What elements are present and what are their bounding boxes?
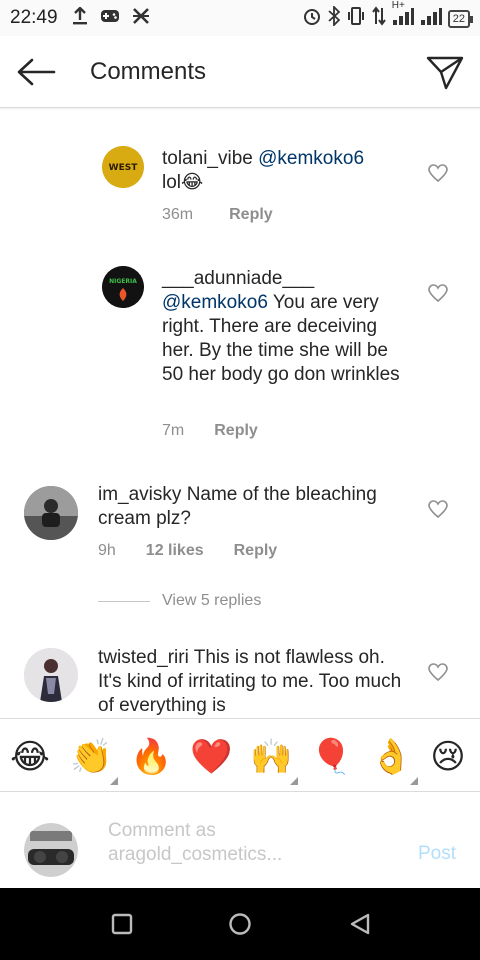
emoji-clap[interactable]: 👏: [70, 737, 112, 777]
comment-time: 36m: [162, 206, 194, 223]
emoji-variant-indicator: [110, 777, 118, 785]
svg-text:WEST: WEST: [109, 163, 139, 173]
bluetooth-icon: [328, 4, 341, 31]
emoji-heart[interactable]: ❤️: [190, 737, 232, 777]
comment-username[interactable]: im_avisky: [98, 484, 181, 505]
status-right: H+ 22: [302, 0, 474, 31]
battery-icon: 22: [447, 9, 474, 28]
reply-button[interactable]: Reply: [234, 542, 278, 560]
data-transfer-icon: [371, 6, 386, 31]
comment-text: im_avisky Name of the bleaching cream pl…: [98, 483, 408, 531]
heart-icon[interactable]: [428, 663, 448, 682]
comment-time: 9h: [98, 542, 116, 559]
comment-username[interactable]: tolani_vibe: [162, 148, 253, 169]
comment-username[interactable]: twisted_riri: [98, 647, 189, 668]
heart-icon[interactable]: [428, 284, 448, 303]
comment-text: ___adunniade___ @kemkoko6 You are very r…: [162, 267, 408, 387]
emoji-variant-indicator: [290, 777, 298, 785]
gamepad-icon: [100, 8, 120, 29]
comment-input[interactable]: Comment as aragold_cosmetics...: [108, 819, 328, 867]
network-type: H+: [391, 0, 405, 11]
reply-button[interactable]: Reply: [229, 206, 273, 224]
vibrate-icon: [346, 6, 366, 31]
signal-icon: H+: [392, 0, 414, 31]
view-replies-label: View 5 replies: [162, 592, 262, 609]
alarm-icon: [302, 6, 322, 31]
system-nav-bar: [0, 888, 480, 960]
avatar[interactable]: WEST: [102, 146, 144, 188]
x-app-icon: [132, 7, 150, 29]
emoji-bar: 😂 👏 🔥 ❤️ 🙌 🎈 👌 😢: [0, 718, 480, 792]
reply-button[interactable]: Reply: [214, 422, 258, 440]
header: Comments: [0, 36, 480, 108]
status-time: 22:49: [10, 7, 58, 28]
likes-count[interactable]: 12 likes: [146, 542, 204, 560]
upload-icon: [72, 5, 88, 30]
divider: [98, 600, 150, 602]
comment-meta: 7m Reply: [162, 422, 258, 440]
comment-input-bar: Comment as aragold_cosmetics... Post: [0, 793, 480, 888]
back-arrow-icon[interactable]: [16, 56, 56, 88]
paper-plane-icon[interactable]: [426, 54, 464, 90]
comment-meta: 9h 12 likes Reply: [98, 542, 277, 560]
emoji-ok-hand[interactable]: 👌: [370, 737, 412, 777]
signal-icon-2: [420, 6, 442, 31]
comment-username[interactable]: ___adunniade___: [162, 268, 314, 289]
avatar: [24, 823, 78, 877]
comment-body: lol😂: [162, 172, 204, 193]
comment-text: tolani_vibe @kemkoko6 lol😂: [162, 147, 402, 195]
emoji-joy[interactable]: 😂: [10, 737, 50, 777]
status-bar: 22:49 H+ 22: [0, 0, 480, 36]
post-button[interactable]: Post: [418, 843, 456, 865]
comment-mention[interactable]: @kemkoko6: [162, 292, 268, 313]
comment-text: twisted_riri This is not flawless oh. It…: [98, 646, 408, 718]
avatar[interactable]: NIGERIA: [102, 266, 144, 308]
comment-meta: 36m Reply: [162, 206, 273, 224]
emoji-variant-indicator: [410, 777, 418, 785]
svg-text:NIGERIA: NIGERIA: [109, 278, 137, 285]
heart-icon[interactable]: [428, 500, 448, 519]
comment-mention[interactable]: @kemkoko6: [258, 148, 364, 169]
emoji-fire[interactable]: 🔥: [130, 737, 172, 777]
emoji-raised-hands[interactable]: 🙌: [250, 737, 292, 777]
avatar[interactable]: [24, 486, 78, 540]
recents-icon[interactable]: [110, 912, 134, 936]
heart-icon[interactable]: [428, 164, 448, 183]
back-icon[interactable]: [348, 912, 372, 936]
emoji-cry[interactable]: 😢: [428, 737, 468, 777]
page-title: Comments: [90, 58, 207, 85]
view-replies-link[interactable]: View 5 replies: [98, 592, 261, 610]
avatar[interactable]: [24, 648, 78, 702]
comment-time: 7m: [162, 422, 185, 439]
emoji-balloon[interactable]: 🎈: [310, 737, 352, 777]
home-icon[interactable]: [228, 912, 252, 936]
